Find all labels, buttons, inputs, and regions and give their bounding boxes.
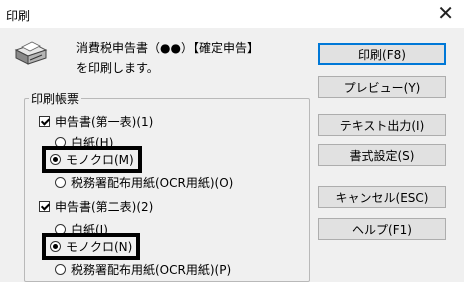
checkbox-checked-icon	[39, 201, 50, 212]
form1-option-ocr[interactable]: 税務署配布用紙(OCR用紙)(O)	[55, 174, 233, 191]
cancel-button[interactable]: キャンセル(ESC)	[318, 186, 446, 208]
radio-selected-icon	[50, 154, 61, 165]
text-output-button[interactable]: テキスト出力(I)	[318, 114, 446, 136]
form2-option-mono[interactable]: モノクロ(N)	[42, 233, 141, 260]
print-forms-group: 印刷帳票 申告書(第一表)(1) 白紙(H) モノクロ(M) 税務署配布用紙(O…	[24, 90, 310, 282]
form1-label: 申告書(第一表)(1)	[55, 115, 154, 129]
form1-option-mono[interactable]: モノクロ(M)	[42, 146, 142, 173]
radio-icon	[55, 177, 66, 188]
message-line-2: を印刷します。	[76, 61, 159, 75]
checkbox-checked-icon	[39, 116, 50, 127]
group-legend: 印刷帳票	[31, 92, 80, 106]
form2-option-ocr[interactable]: 税務署配布用紙(OCR用紙)(P)	[55, 261, 231, 278]
form2-option-mono-label: モノクロ(N)	[66, 240, 133, 254]
printer-icon	[14, 41, 48, 65]
form1-checkbox[interactable]: 申告書(第一表)(1)	[39, 113, 153, 130]
title-bar: 印刷 ✕	[0, 0, 464, 29]
format-settings-button[interactable]: 書式設定(S)	[318, 144, 446, 166]
help-button[interactable]: ヘルプ(F1)	[318, 218, 446, 240]
radio-selected-icon	[50, 241, 61, 252]
form1-option-mono-label: モノクロ(M)	[66, 153, 134, 167]
message-line-1: 消費税申告書（●●）【確定申告】	[76, 41, 259, 55]
close-icon[interactable]: ✕	[437, 2, 454, 24]
window-title: 印刷	[6, 9, 31, 23]
preview-button[interactable]: プレビュー(Y)	[318, 76, 446, 98]
form1-option-ocr-label: 税務署配布用紙(OCR用紙)(O)	[71, 176, 234, 190]
form2-option-ocr-label: 税務署配布用紙(OCR用紙)(P)	[71, 263, 232, 277]
form2-checkbox[interactable]: 申告書(第二表)(2)	[39, 198, 153, 215]
print-button[interactable]: 印刷(F8)	[318, 43, 446, 65]
form2-label: 申告書(第二表)(2)	[55, 200, 154, 214]
dialog-body: 消費税申告書（●●）【確定申告】 を印刷します。 印刷帳票 申告書(第一表)(1…	[0, 28, 464, 282]
